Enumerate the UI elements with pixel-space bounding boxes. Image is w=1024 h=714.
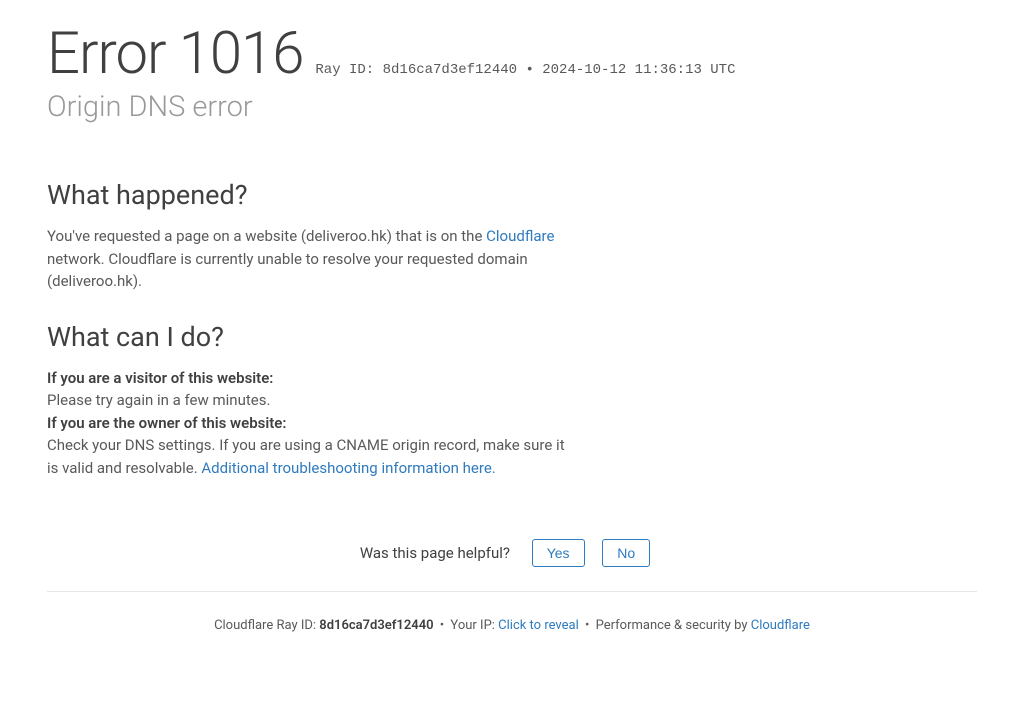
- footer-perf-label: Performance & security by: [596, 618, 748, 633]
- error-title: Error 1016: [47, 20, 303, 88]
- troubleshooting-link[interactable]: Additional troubleshooting information h…: [201, 459, 495, 477]
- footer-sep-2: •: [585, 618, 589, 633]
- footer-sep-1: •: [440, 618, 444, 633]
- error-subtitle: Origin DNS error: [47, 90, 977, 124]
- what-happened-text-post: network. Cloudflare is currently unable …: [47, 250, 528, 291]
- error-meta: Ray ID: 8d16ca7d3ef12440 • 2024-10-12 11…: [315, 62, 735, 78]
- error-timestamp: 2024-10-12 11:36:13 UTC: [542, 62, 735, 78]
- what-can-i-do-heading: What can I do?: [47, 321, 567, 353]
- feedback-row: Was this page helpful? Yes No: [47, 539, 977, 591]
- error-header: Error 1016 Ray ID: 8d16ca7d3ef12440 • 20…: [47, 20, 977, 88]
- owner-body: Check your DNS settings. If you are usin…: [47, 434, 567, 479]
- what-can-i-do-section: What can I do? If you are a visitor of t…: [47, 321, 567, 480]
- click-to-reveal-button[interactable]: Click to reveal: [498, 618, 579, 633]
- ray-id-label: Ray ID:: [315, 62, 374, 78]
- error-code: 1016: [179, 20, 304, 88]
- visitor-body: Please try again in a few minutes.: [47, 389, 567, 412]
- feedback-question: Was this page helpful?: [360, 544, 510, 562]
- error-prefix: Error: [47, 20, 166, 88]
- what-happened-body: You've requested a page on a website (de…: [47, 225, 567, 293]
- yes-button[interactable]: Yes: [532, 539, 585, 567]
- no-button[interactable]: No: [602, 539, 650, 567]
- visitor-label: If you are a visitor of this website:: [47, 367, 567, 390]
- footer-ray-id: 8d16ca7d3ef12440: [319, 618, 433, 633]
- what-happened-section: What happened? You've requested a page o…: [47, 179, 567, 293]
- ray-id-value: 8d16ca7d3ef12440: [383, 62, 517, 78]
- footer-ip-label: Your IP:: [450, 618, 495, 633]
- footer-cloudflare-link[interactable]: Cloudflare: [751, 618, 810, 633]
- cloudflare-link[interactable]: Cloudflare: [486, 227, 554, 245]
- footer: Cloudflare Ray ID: 8d16ca7d3ef12440 • Yo…: [47, 592, 977, 653]
- owner-label: If you are the owner of this website:: [47, 412, 567, 435]
- what-can-i-do-body: If you are a visitor of this website: Pl…: [47, 367, 567, 480]
- footer-ray-label: Cloudflare Ray ID:: [214, 618, 316, 633]
- what-happened-heading: What happened?: [47, 179, 567, 211]
- what-happened-text-pre: You've requested a page on a website (de…: [47, 227, 486, 245]
- meta-separator: •: [525, 62, 533, 78]
